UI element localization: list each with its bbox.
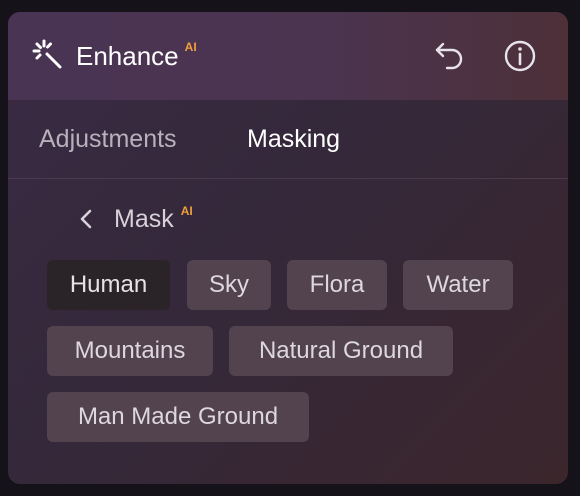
tab-masking[interactable]: Masking bbox=[247, 124, 340, 154]
panel-title: Enhance AI bbox=[76, 40, 197, 76]
chip-human[interactable]: Human bbox=[47, 260, 170, 310]
chip-sky[interactable]: Sky bbox=[187, 260, 271, 310]
chip-man-made-ground[interactable]: Man Made Ground bbox=[47, 392, 309, 442]
chip-water[interactable]: Water bbox=[403, 260, 513, 310]
chip-flora[interactable]: Flora bbox=[287, 260, 387, 310]
chevron-left-icon[interactable] bbox=[76, 207, 98, 231]
panel-header: Enhance AI bbox=[8, 12, 568, 100]
info-icon[interactable] bbox=[503, 39, 537, 73]
chip-natural-ground[interactable]: Natural Ground bbox=[229, 326, 453, 376]
mask-ai-badge: AI bbox=[180, 204, 193, 218]
mask-heading-text: Mask bbox=[114, 205, 174, 233]
enhance-panel: Enhance AI Adjustments Masking Mask AI Hum… bbox=[8, 12, 568, 484]
chip-mountains[interactable]: Mountains bbox=[47, 326, 213, 376]
ai-badge: AI bbox=[184, 40, 197, 54]
undo-icon[interactable] bbox=[433, 39, 467, 73]
sparkle-wand-icon bbox=[32, 39, 62, 69]
panel-title-text: Enhance bbox=[76, 41, 179, 71]
tab-bar: Adjustments Masking bbox=[8, 100, 568, 179]
tab-adjustments[interactable]: Adjustments bbox=[39, 124, 177, 154]
mask-heading: Mask AI bbox=[114, 204, 193, 238]
